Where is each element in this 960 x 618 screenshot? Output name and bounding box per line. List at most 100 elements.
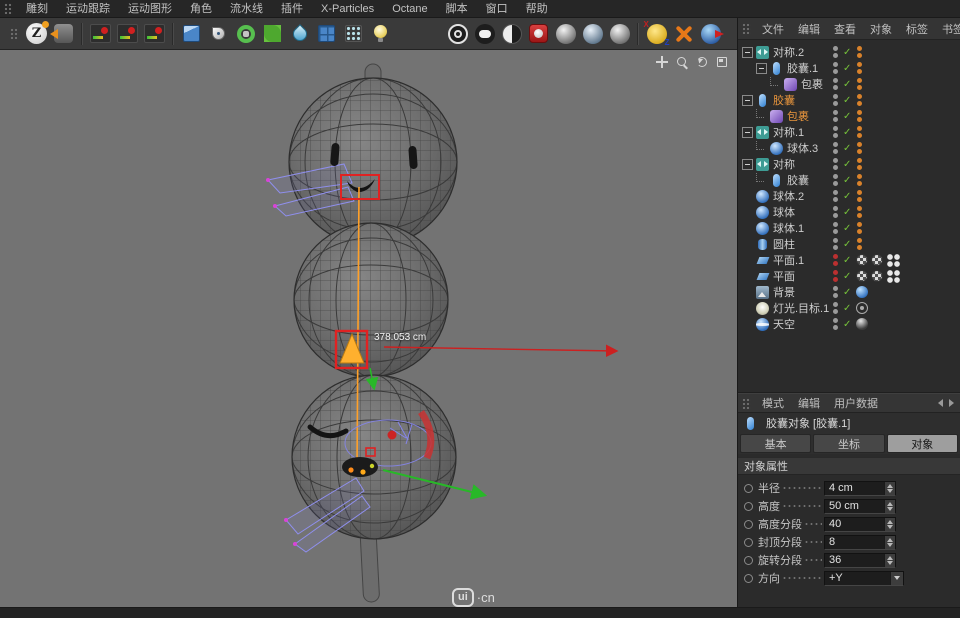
tool-render-picture-viewer-button[interactable]: [525, 20, 552, 47]
cap-segments-field[interactable]: 8: [824, 535, 896, 550]
object-label[interactable]: 对称: [773, 156, 831, 172]
visibility-dots[interactable]: [833, 190, 838, 202]
object-label[interactable]: 平面.1: [773, 252, 831, 268]
visibility-dots[interactable]: [833, 62, 838, 74]
enable-check-icon[interactable]: [843, 239, 856, 250]
compositing-tag-icon[interactable]: [886, 269, 901, 284]
menu-mograph[interactable]: 运动图形: [119, 0, 181, 18]
plane-object-icon[interactable]: [756, 254, 769, 267]
object-label[interactable]: 对称.2: [773, 44, 831, 60]
keyframe-circle-icon[interactable]: [744, 520, 753, 529]
texture-tag-icon[interactable]: [856, 318, 868, 330]
direction-dropdown[interactable]: +Y: [824, 571, 904, 586]
tag-icon[interactable]: [856, 46, 864, 59]
om-menu-bookmarks[interactable]: 书签: [935, 21, 960, 37]
object-label[interactable]: 球体: [773, 204, 831, 220]
tree-row[interactable]: 圆柱: [738, 236, 960, 252]
tag-icon[interactable]: [856, 62, 864, 75]
height-field[interactable]: 50 cm: [824, 499, 896, 514]
symmetry-object-icon[interactable]: [756, 158, 769, 171]
tree-row[interactable]: 胶囊.1: [738, 60, 960, 76]
expand-toggle-icon[interactable]: [742, 47, 753, 58]
visibility-dots[interactable]: [833, 318, 838, 330]
capsule-object-icon[interactable]: [770, 62, 783, 75]
tool-light-button[interactable]: [367, 20, 394, 47]
object-label[interactable]: 天空: [773, 316, 831, 332]
keyframe-circle-icon[interactable]: [744, 538, 753, 547]
tree-row[interactable]: 对称.1: [738, 124, 960, 140]
tree-row[interactable]: 球体.2: [738, 188, 960, 204]
am-menu-userdata[interactable]: 用户数据: [827, 395, 885, 411]
menu-xparticles[interactable]: X-Particles: [312, 0, 383, 18]
tag-icon[interactable]: [856, 78, 864, 91]
viewport-rotate-icon[interactable]: [696, 56, 708, 68]
plane-object-icon[interactable]: [756, 270, 769, 283]
visibility-dots[interactable]: [833, 222, 838, 234]
tree-row[interactable]: 对称.2: [738, 44, 960, 60]
tab-object[interactable]: 对象: [887, 434, 958, 453]
sky-object-icon[interactable]: [756, 318, 769, 331]
enable-check-icon[interactable]: [843, 207, 856, 218]
enable-check-icon[interactable]: [843, 223, 856, 234]
visibility-dots[interactable]: [833, 126, 838, 138]
stepper-arrows[interactable]: [884, 482, 895, 495]
object-label[interactable]: 包裹: [787, 108, 831, 124]
enable-check-icon[interactable]: [843, 303, 856, 314]
tool-record-button-2[interactable]: [114, 20, 141, 47]
menu-octane[interactable]: Octane: [383, 0, 436, 18]
tool-matrix-button[interactable]: [340, 20, 367, 47]
object-label[interactable]: 球体.2: [773, 188, 831, 204]
menu-sculpt[interactable]: 雕刻: [17, 0, 57, 18]
tree-row-selected[interactable]: 胶囊: [738, 92, 960, 108]
cylinder-object-icon[interactable]: [756, 238, 769, 251]
keyframe-circle-icon[interactable]: [744, 556, 753, 565]
tree-row[interactable]: 胶囊: [738, 172, 960, 188]
om-menu-file[interactable]: 文件: [755, 21, 791, 37]
tree-row[interactable]: 灯光.目标.1: [738, 300, 960, 316]
tree-row[interactable]: 对称: [738, 156, 960, 172]
om-menu-tags[interactable]: 标签: [899, 21, 935, 37]
visibility-dots[interactable]: [833, 302, 838, 314]
tag-icon[interactable]: [856, 190, 864, 203]
enable-check-icon[interactable]: [843, 63, 856, 74]
tree-row[interactable]: 背景: [738, 284, 960, 300]
enable-check-icon[interactable]: [843, 143, 856, 154]
spline-point[interactable]: [273, 204, 277, 208]
object-label[interactable]: 圆柱: [773, 236, 831, 252]
visibility-dots[interactable]: [833, 286, 838, 298]
capsule-object-icon[interactable]: [770, 174, 783, 187]
tool-record-button-3[interactable]: [141, 20, 168, 47]
sphere-object-icon[interactable]: [756, 190, 769, 203]
tag-icon[interactable]: [856, 94, 864, 107]
panel-grip-icon[interactable]: [742, 23, 751, 34]
object-label[interactable]: 包裹: [801, 76, 831, 92]
object-label[interactable]: 胶囊: [787, 172, 831, 188]
menu-pipeline[interactable]: 流水线: [221, 0, 272, 18]
object-label[interactable]: 背景: [773, 284, 831, 300]
tag-icon[interactable]: [856, 142, 864, 155]
keyframe-circle-icon[interactable]: [744, 574, 753, 583]
enable-check-icon[interactable]: [843, 271, 856, 282]
tool-snap-button[interactable]: [670, 20, 697, 47]
visibility-dots[interactable]: [833, 206, 838, 218]
expand-toggle-icon[interactable]: [742, 127, 753, 138]
tag-icon[interactable]: [856, 222, 864, 235]
keyframe-circle-icon[interactable]: [744, 502, 753, 511]
menu-help[interactable]: 帮助: [517, 0, 557, 18]
tree-row[interactable]: 球体.1: [738, 220, 960, 236]
tag-icon[interactable]: [856, 126, 864, 139]
viewport-maximize-icon[interactable]: [716, 56, 728, 68]
keyframe-circle-icon[interactable]: [744, 484, 753, 493]
dropdown-arrow-icon[interactable]: [890, 572, 903, 585]
tool-material-preview-button-3[interactable]: [606, 20, 633, 47]
tool-spline-pen-button[interactable]: [205, 20, 232, 47]
tag-icon[interactable]: [856, 238, 864, 251]
am-back-icon[interactable]: [938, 399, 943, 407]
enable-check-icon[interactable]: [843, 95, 856, 106]
expand-toggle-icon[interactable]: [756, 63, 767, 74]
enable-check-icon[interactable]: [843, 127, 856, 138]
enable-check-icon[interactable]: [843, 47, 856, 58]
capsule-object-icon[interactable]: [756, 94, 769, 107]
tool-axis-mode-button[interactable]: [643, 20, 670, 47]
tree-row-selected[interactable]: 包裹: [738, 108, 960, 124]
